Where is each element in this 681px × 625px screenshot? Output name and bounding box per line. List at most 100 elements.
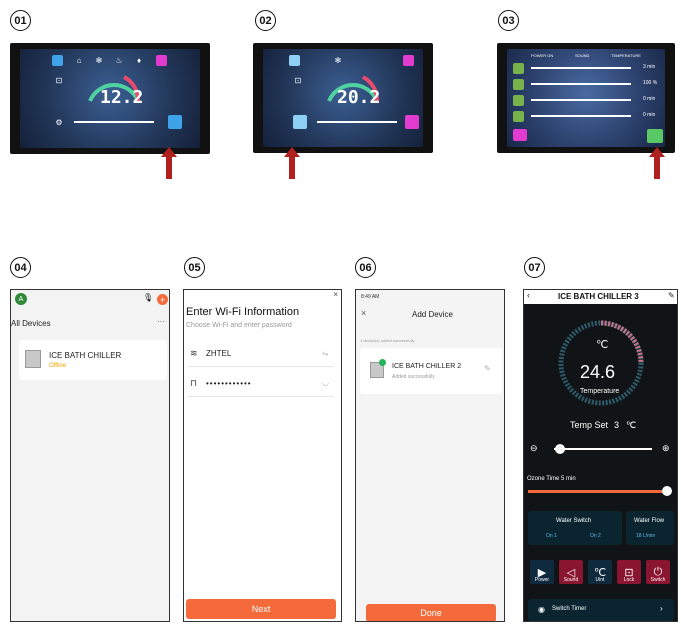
step-badge-03: 03 (498, 10, 519, 31)
controller-screen-1: ⌂ ✻ ♨ ♦ ⊡ 12.2 ⚙ (10, 43, 210, 154)
app-wifi-setup: × Enter Wi-Fi Information Choose Wi-Fi a… (183, 289, 342, 622)
device-card[interactable]: ICE BATH CHILLER Offline (19, 340, 167, 380)
mic-icon[interactable]: 🎙 (143, 293, 153, 302)
water-temp-readout: 12.2 (100, 87, 144, 108)
ozone-slider[interactable] (528, 490, 668, 493)
decrease-icon[interactable]: ⊖ (530, 443, 538, 454)
wifi-button[interactable] (647, 129, 663, 143)
wifi-icon: ≋ (190, 348, 198, 358)
password-field[interactable]: •••••••••••• (206, 379, 252, 388)
chiller-icon (25, 350, 41, 368)
device-status: Offline (49, 363, 67, 369)
value-label: 0 min (643, 96, 656, 102)
step-badge-04: 04 (10, 257, 31, 278)
row-icon[interactable] (513, 63, 524, 74)
snow-icon[interactable]: ✻ (333, 55, 343, 65)
row-icon[interactable] (513, 95, 524, 106)
step-badge-07: 07 (524, 257, 545, 278)
flame-icon[interactable]: ♨ (114, 55, 124, 65)
lock-icon[interactable]: ⊡ (293, 75, 303, 85)
page-subtitle: Choose Wi-Fi and enter password (186, 322, 292, 329)
water-flow-card: Water Flow 18 L/min (626, 511, 674, 545)
row-icon[interactable] (513, 111, 524, 122)
app-add-device: 8:49 AM × Add Device 1 device(s) added s… (355, 289, 505, 622)
value-label: 100 % (643, 80, 658, 86)
pointer-arrow (649, 147, 665, 179)
current-temp: 24.6 (580, 362, 616, 382)
app-device-list: A 🎙 + All Devices ··· ICE BATH CHILLER O… (10, 289, 170, 622)
pointer-arrow (161, 147, 177, 179)
controller-screen-3: POWER ON SOUND TEMPERATURE 3 min 100 % 0… (497, 43, 675, 153)
header-sound: SOUND (575, 53, 590, 58)
temp-slider[interactable] (554, 448, 652, 450)
device-status: Added successfully (392, 374, 435, 380)
row-icon[interactable] (513, 79, 524, 90)
sound-label: Sound (563, 577, 579, 583)
header-power-on: POWER ON (531, 53, 554, 58)
temp-set-unit: ℃ (626, 420, 637, 430)
device-name: ICE BATH CHILLER 2 (392, 363, 462, 370)
step-badge-02: 02 (255, 10, 276, 31)
switch-timer-row[interactable]: ◉ Switch Timer › (528, 599, 674, 621)
power-button[interactable] (168, 115, 182, 129)
increase-icon[interactable]: ⊕ (662, 443, 670, 454)
home-icon[interactable] (403, 55, 414, 66)
more-icon[interactable]: ··· (157, 317, 165, 326)
pointer-arrow (284, 147, 300, 179)
timer-icon: ◉ (538, 605, 545, 614)
switch-label: Switch (650, 577, 666, 583)
device-title: ICE BATH CHILLER 3 (558, 292, 639, 301)
status-time: 8:49 AM (361, 294, 380, 300)
power-label: Power (534, 577, 550, 583)
unit-label: Uint (595, 577, 605, 583)
ssid-field[interactable]: ZHTEL (206, 349, 231, 358)
chevron-right-icon: › (660, 604, 663, 613)
device-card[interactable]: ICE BATH CHILLER 2 Added successfully ✎ (360, 348, 502, 394)
next-button[interactable]: Next (186, 599, 336, 619)
slider-handle[interactable] (555, 444, 565, 454)
close-icon[interactable]: × (333, 290, 338, 299)
settings-button[interactable] (293, 115, 307, 129)
mode-icon[interactable] (52, 55, 63, 66)
temp-set-label: Temp Set (570, 420, 609, 430)
edit-icon[interactable]: ✎ (484, 364, 491, 373)
drop-icon[interactable]: ♦ (134, 55, 144, 65)
switch-network-icon[interactable]: ⇋ (322, 349, 329, 358)
step-badge-06: 06 (355, 257, 376, 278)
ozone-handle[interactable] (662, 486, 672, 496)
check-icon (379, 359, 386, 366)
value-label: 3 min (643, 64, 656, 70)
settings-icon[interactable]: ⚙ (54, 117, 64, 127)
step-badge-01: 01 (10, 10, 31, 31)
water-switch-card[interactable]: Water Switch On 1 On 2 (528, 511, 622, 545)
water-switch-label: Water Switch (556, 518, 592, 524)
edit-icon[interactable]: ✎ (668, 291, 675, 300)
flow-value: 18 L/min (636, 533, 656, 539)
add-device-button[interactable]: + (157, 294, 168, 305)
header-temperature: TEMPERATURE (611, 53, 641, 58)
lock-icon: ⊓ (190, 378, 198, 388)
avatar[interactable]: A (15, 293, 27, 305)
device-name: ICE BATH CHILLER (49, 351, 122, 360)
water-flow-label: Water Flow (634, 518, 665, 524)
page-title: Add Device (412, 310, 453, 319)
on2-value[interactable]: On 2 (590, 533, 601, 539)
switch-timer-label: Switch Timer (552, 606, 587, 612)
mode-icon[interactable] (289, 55, 300, 66)
close-icon[interactable]: × (361, 308, 366, 318)
success-note: 1 device(s) added successfully (360, 338, 415, 343)
show-password-icon[interactable]: ◡ (322, 378, 329, 387)
back-button[interactable] (513, 129, 527, 141)
lock-label: Lock (623, 577, 635, 583)
fan-icon[interactable]: ⌂ (74, 55, 84, 65)
controller-screen-2: ✻ ⊡ 20.2 (253, 43, 433, 153)
power-button[interactable] (405, 115, 419, 129)
done-button[interactable]: Done (366, 604, 496, 621)
on1-value[interactable]: On 1 (546, 533, 557, 539)
snow-icon[interactable]: ✻ (94, 55, 104, 65)
step-badge-05: 05 (184, 257, 205, 278)
lock-icon[interactable]: ⊡ (54, 75, 64, 85)
page-title: Enter Wi-Fi Information (186, 306, 300, 318)
home-icon[interactable] (156, 55, 167, 66)
back-icon[interactable]: ‹ (527, 290, 530, 300)
